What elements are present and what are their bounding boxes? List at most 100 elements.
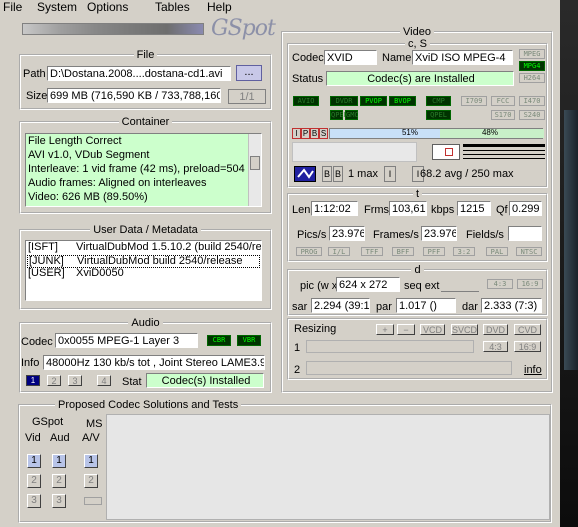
qf-field: 0.299 xyxy=(509,201,542,216)
bframe-count-1: B xyxy=(322,166,332,182)
tff-flag: TFF xyxy=(361,247,383,256)
size-label: Size xyxy=(26,90,48,102)
dar-field: 2.333 (7:3) xyxy=(481,298,542,313)
path-field[interactable]: D:\Dostana.2008....dostana-cd1.avi xyxy=(47,66,231,81)
pics-label: Pics/s xyxy=(297,229,327,241)
dvdr-flag: DVDR xyxy=(330,96,358,106)
bframe-count-2: B xyxy=(333,166,343,182)
ms-solution-blank[interactable] xyxy=(84,497,102,505)
frame-ratio-bar: 51% 48% xyxy=(329,128,544,139)
qpel-flag: QPEL xyxy=(426,110,451,120)
bff-flag: BFF xyxy=(392,247,414,256)
fcc-flag: FCC xyxy=(491,96,515,106)
proposed-legend: Proposed Codec Solutions and Tests xyxy=(58,399,239,411)
scroll-thumb[interactable] xyxy=(250,156,260,170)
vid-solution-3[interactable]: 3 xyxy=(27,494,41,508)
i709-flag: I709 xyxy=(461,96,487,106)
par-label: par xyxy=(376,301,392,313)
container-scrollbar[interactable] xyxy=(248,134,261,206)
userdata-tag: [ISFT] xyxy=(28,241,58,253)
aud-solution-1[interactable]: 1 xyxy=(52,454,66,468)
proposed-solutions-area xyxy=(106,414,550,520)
aud-solution-3[interactable]: 3 xyxy=(52,494,66,508)
userdata-value: VirtualDubMod 1.5.10.2 (build 2540/rele xyxy=(76,241,262,253)
cmp-flag: CMP xyxy=(426,96,451,106)
gspot-window: File System Options Tables Help GSpot Fi… xyxy=(0,0,560,527)
container-line: Interleave: 1 vid frame (42 ms), preload… xyxy=(28,163,245,175)
audio-track-3[interactable]: 3 xyxy=(68,375,82,386)
bframe-percent: 48% xyxy=(481,128,498,137)
userdata-tag: [JUNK] xyxy=(29,255,64,267)
aud-solution-2[interactable]: 2 xyxy=(52,474,66,488)
page-indicator: 1/1 xyxy=(228,89,266,104)
menu-tables[interactable]: Tables xyxy=(155,0,190,14)
resize-row-1-label: 1 xyxy=(294,342,301,354)
progress-gradient xyxy=(22,23,204,35)
par-field: 1.017 () xyxy=(396,298,456,313)
max-bframes: 1 max xyxy=(348,168,378,180)
cbr-indicator: CBR xyxy=(207,335,231,346)
resize-ar-16-9-button[interactable]: 16:9 xyxy=(514,341,541,352)
seq-ext-label: seq ext xyxy=(404,280,440,292)
ntsc-flag: NTSC xyxy=(516,247,542,256)
audio-track-1[interactable]: 1 xyxy=(26,375,40,386)
h264-indicator: H264 xyxy=(519,73,545,83)
resize-vcd-button[interactable]: VCD xyxy=(420,324,445,335)
audio-info-field: 48000Hz 130 kb/s tot , Joint Stereo LAME… xyxy=(43,355,265,370)
menu-options[interactable]: Options xyxy=(87,0,128,14)
frms-field: 103,615 xyxy=(389,201,427,216)
container-line: Video: 626 MB (89.50%) xyxy=(28,191,148,203)
t-legend: t xyxy=(415,188,420,200)
audio-codec-field: 0x0055 MPEG-1 Layer 3 xyxy=(55,333,198,348)
frms-label: Frms xyxy=(364,204,390,216)
resize-dvd-button[interactable]: DVD xyxy=(483,324,508,335)
ar-4-3-flag: 4:3 xyxy=(487,279,513,289)
audio-stat-field: Codec(s) Installed xyxy=(146,373,264,388)
resize-row-1-field xyxy=(306,340,474,353)
vid-solution-2[interactable]: 2 xyxy=(27,474,41,488)
userdata-list[interactable]: [ISFT] VirtualDubMod 1.5.10.2 (build 254… xyxy=(25,240,262,301)
userdata-tag: [USER] xyxy=(28,267,65,279)
p-frame-box: P xyxy=(301,128,310,139)
bvop-flag: BVOP xyxy=(389,96,416,106)
menu-system[interactable]: System xyxy=(37,0,77,14)
video-name-field: XviD ISO MPEG-4 xyxy=(412,50,513,65)
kbps-label: kbps xyxy=(431,204,455,216)
ms-solution-2[interactable]: 2 xyxy=(84,474,98,488)
pvop-flag: PVOP xyxy=(360,96,387,106)
iframe-marker-1: I xyxy=(384,166,396,182)
menu-help[interactable]: Help xyxy=(207,0,232,14)
bframe-diagram xyxy=(432,144,460,160)
browse-button[interactable]: ... xyxy=(236,65,262,81)
audio-info-label: Info xyxy=(21,357,40,369)
av-label: A/V xyxy=(82,432,100,444)
dar-label: dar xyxy=(462,301,478,313)
s170-flag: S170 xyxy=(491,110,515,120)
pff-flag: PFF xyxy=(423,247,445,256)
resize-svcd-button[interactable]: SVCD xyxy=(451,324,478,335)
desktop-background-edge xyxy=(560,0,578,527)
resize-plus-button[interactable]: + xyxy=(376,324,394,335)
audio-legend: Audio xyxy=(131,317,160,329)
vbr-indicator: VBR xyxy=(237,335,261,346)
container-list[interactable]: File Length Correct AVI v1.0, VDub Segme… xyxy=(25,133,262,207)
menu-file[interactable]: File xyxy=(3,0,22,14)
menu-bar: File System Options Tables Help xyxy=(0,0,560,16)
resize-cvd-button[interactable]: CVD xyxy=(514,324,541,335)
audio-track-2[interactable]: 2 xyxy=(47,375,61,386)
container-line: File Length Correct xyxy=(28,135,122,147)
ms-solution-1[interactable]: 1 xyxy=(84,454,98,468)
audio-track-4[interactable]: 4 xyxy=(97,375,111,386)
fields-label: Fields/s xyxy=(466,229,504,241)
resize-ar-4-3-button[interactable]: 4:3 xyxy=(483,341,508,352)
pframe-percent: 51% xyxy=(401,128,418,137)
vid-solution-1[interactable]: 1 xyxy=(27,454,41,468)
userdata-row[interactable]: [USER] XviD0050 xyxy=(26,268,261,281)
kbps-field: 1215 xyxy=(457,201,491,216)
vid-label: Vid xyxy=(25,432,41,444)
info-link[interactable]: info xyxy=(524,364,542,377)
prog-flag: PROG xyxy=(296,247,322,256)
userdata-row[interactable]: [ISFT] VirtualDubMod 1.5.10.2 (build 254… xyxy=(26,242,261,255)
avio-flag: AVIO xyxy=(293,96,319,106)
resize-minus-button[interactable]: − xyxy=(397,324,415,335)
